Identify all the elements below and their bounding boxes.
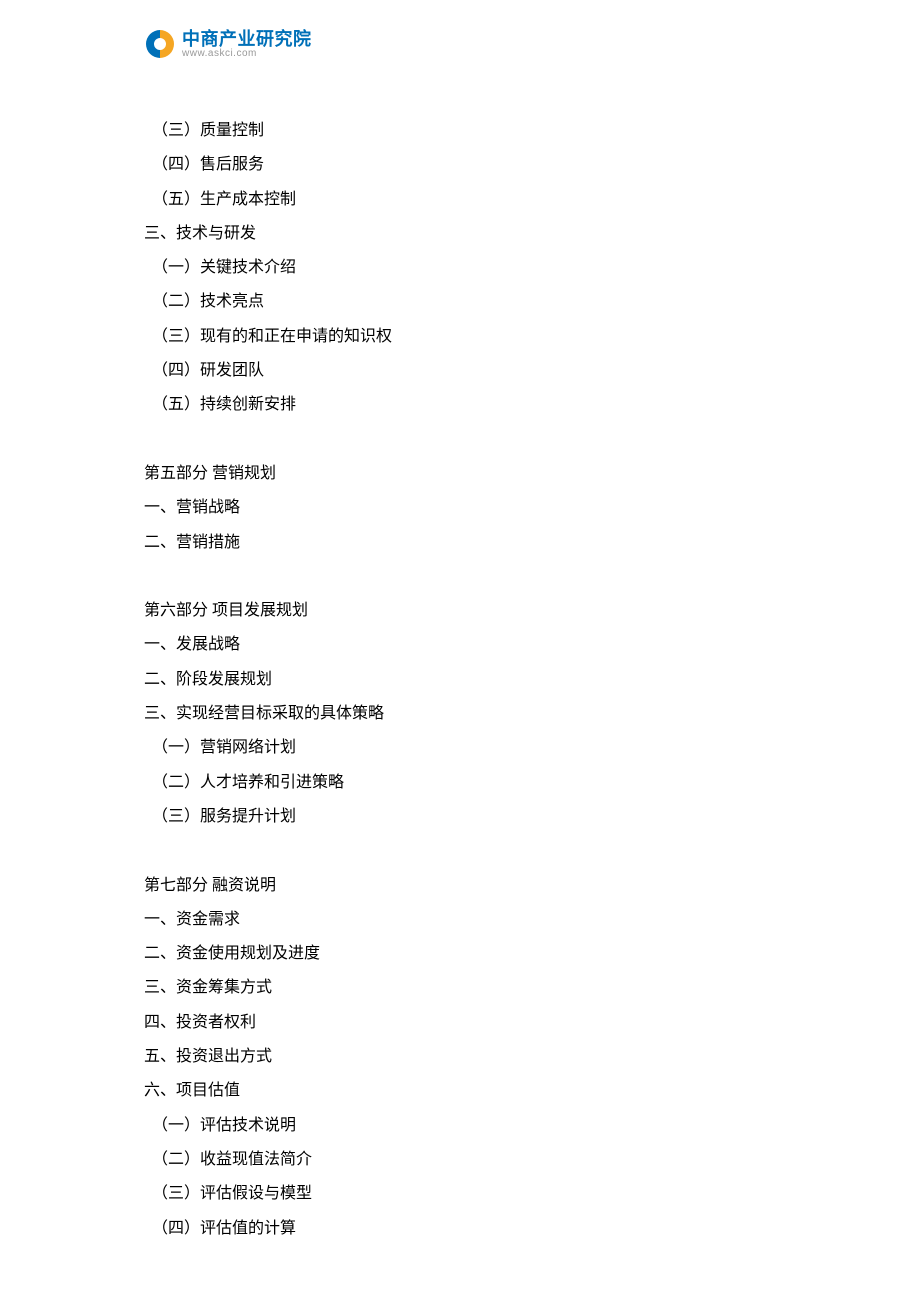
toc-line: （四）售后服务: [144, 148, 776, 182]
toc-line: （一）营销网络计划: [144, 731, 776, 765]
logo-icon: [144, 28, 176, 60]
toc-line: 二、资金使用规划及进度: [144, 937, 776, 971]
toc-line: （四）研发团队: [144, 354, 776, 388]
logo: 中商产业研究院 www.askci.com: [144, 28, 312, 60]
blank-line: [144, 834, 776, 868]
toc-line: （三）质量控制: [144, 114, 776, 148]
toc-line: 四、投资者权利: [144, 1006, 776, 1040]
toc-line: 第七部分 融资说明: [144, 869, 776, 903]
document-content: （三）质量控制（四）售后服务（五）生产成本控制三、技术与研发（一）关键技术介绍（…: [144, 114, 776, 1246]
toc-line: 三、技术与研发: [144, 217, 776, 251]
logo-text: 中商产业研究院 www.askci.com: [182, 30, 312, 59]
toc-line: （四）评估值的计算: [144, 1212, 776, 1246]
toc-line: （一）评估技术说明: [144, 1109, 776, 1143]
toc-line: （二）人才培养和引进策略: [144, 766, 776, 800]
toc-line: 一、资金需求: [144, 903, 776, 937]
toc-line: 三、实现经营目标采取的具体策略: [144, 697, 776, 731]
toc-line: （二）收益现值法简介: [144, 1143, 776, 1177]
toc-line: 一、营销战略: [144, 491, 776, 525]
toc-line: （二）技术亮点: [144, 285, 776, 319]
logo-url-text: www.askci.com: [182, 49, 312, 59]
blank-line: [144, 423, 776, 457]
toc-line: 六、项目估值: [144, 1074, 776, 1108]
toc-line: 二、营销措施: [144, 526, 776, 560]
toc-line: （五）生产成本控制: [144, 183, 776, 217]
toc-line: 二、阶段发展规划: [144, 663, 776, 697]
logo-chinese-text: 中商产业研究院: [182, 30, 312, 48]
toc-line: （三）现有的和正在申请的知识权: [144, 320, 776, 354]
toc-line: （五）持续创新安排: [144, 388, 776, 422]
toc-line: （一）关键技术介绍: [144, 251, 776, 285]
toc-line: 五、投资退出方式: [144, 1040, 776, 1074]
toc-line: 一、发展战略: [144, 628, 776, 662]
toc-line: （三）评估假设与模型: [144, 1177, 776, 1211]
blank-line: [144, 560, 776, 594]
toc-line: （三）服务提升计划: [144, 800, 776, 834]
toc-line: 第六部分 项目发展规划: [144, 594, 776, 628]
toc-line: 第五部分 营销规划: [144, 457, 776, 491]
toc-line: 三、资金筹集方式: [144, 971, 776, 1005]
